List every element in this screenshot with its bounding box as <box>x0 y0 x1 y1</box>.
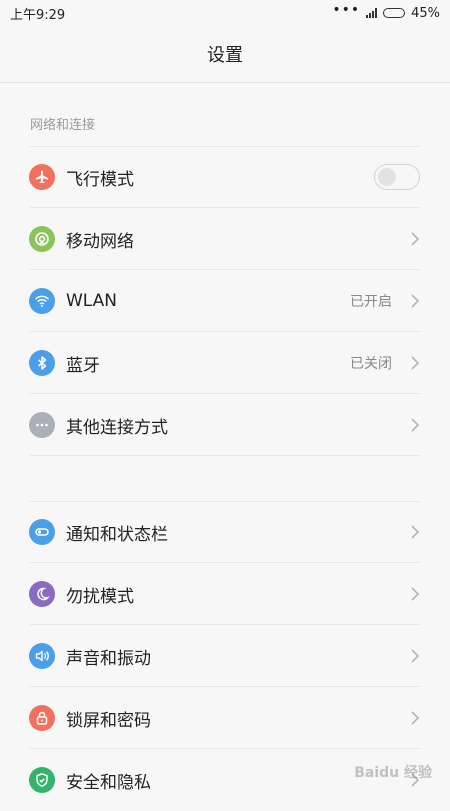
setting-value: 已开启 <box>350 294 392 310</box>
chevron-right-icon <box>408 584 422 604</box>
battery-icon <box>383 8 406 18</box>
setting-label: 声音和振动 <box>66 648 151 669</box>
chevron-right-icon <box>408 415 422 435</box>
notification-toggle-icon <box>29 519 55 545</box>
setting-row-notifications[interactable]: 通知和状态栏 <box>0 501 450 563</box>
divider <box>30 455 420 456</box>
divider <box>30 146 420 147</box>
setting-value: 已关闭 <box>350 356 392 372</box>
setting-label: 移动网络 <box>66 231 134 252</box>
shield-icon <box>29 767 55 793</box>
more-dots-icon: ••• <box>332 2 361 18</box>
setting-label: 其他连接方式 <box>66 417 168 438</box>
bluetooth-icon <box>29 350 55 376</box>
mobile-network-icon <box>29 226 55 252</box>
status-time: 上午9:29 <box>10 7 66 23</box>
moon-icon <box>29 581 55 607</box>
setting-row-other-connections[interactable]: 其他连接方式 <box>0 394 450 456</box>
status-icons: ••• 45% <box>332 2 440 21</box>
airplane-icon <box>29 164 55 190</box>
status-bar: 上午9:29 ••• 45% <box>0 0 450 26</box>
setting-label: 飞行模式 <box>66 169 134 190</box>
chevron-right-icon <box>408 229 422 249</box>
chevron-right-icon <box>408 646 422 666</box>
chevron-right-icon <box>408 708 422 728</box>
setting-label: 勿扰模式 <box>66 586 134 607</box>
setting-row-do-not-disturb[interactable]: 勿扰模式 <box>0 563 450 625</box>
section-header-network: 网络和连接 <box>30 118 96 133</box>
setting-label: WLAN <box>66 291 118 311</box>
more-dots-icon <box>29 412 55 438</box>
setting-label: 安全和隐私 <box>66 772 151 793</box>
setting-label: 通知和状态栏 <box>66 524 168 545</box>
wifi-icon <box>29 288 55 314</box>
setting-row-bluetooth[interactable]: 蓝牙 已关闭 <box>0 332 450 394</box>
page-title: 设置 <box>207 45 243 66</box>
setting-row-lock-screen[interactable]: 锁屏和密码 <box>0 687 450 749</box>
chevron-right-icon <box>408 291 422 311</box>
setting-row-airplane-mode[interactable]: 飞行模式 <box>0 146 450 208</box>
signal-icon <box>366 8 378 18</box>
setting-label: 蓝牙 <box>66 355 100 376</box>
battery-percent: 45% <box>411 5 440 21</box>
chevron-right-icon <box>408 522 422 542</box>
divider <box>30 501 420 502</box>
airplane-mode-toggle[interactable] <box>374 164 420 190</box>
speaker-icon <box>29 643 55 669</box>
chevron-right-icon <box>408 353 422 373</box>
setting-row-sound[interactable]: 声音和振动 <box>0 625 450 687</box>
setting-label: 锁屏和密码 <box>66 710 151 731</box>
lock-icon <box>29 705 55 731</box>
setting-row-wlan[interactable]: WLAN 已开启 <box>0 270 450 332</box>
setting-row-mobile-network[interactable]: 移动网络 <box>0 208 450 270</box>
watermark: Baidu 经验 <box>354 765 432 781</box>
title-bar: 设置 <box>0 26 450 83</box>
